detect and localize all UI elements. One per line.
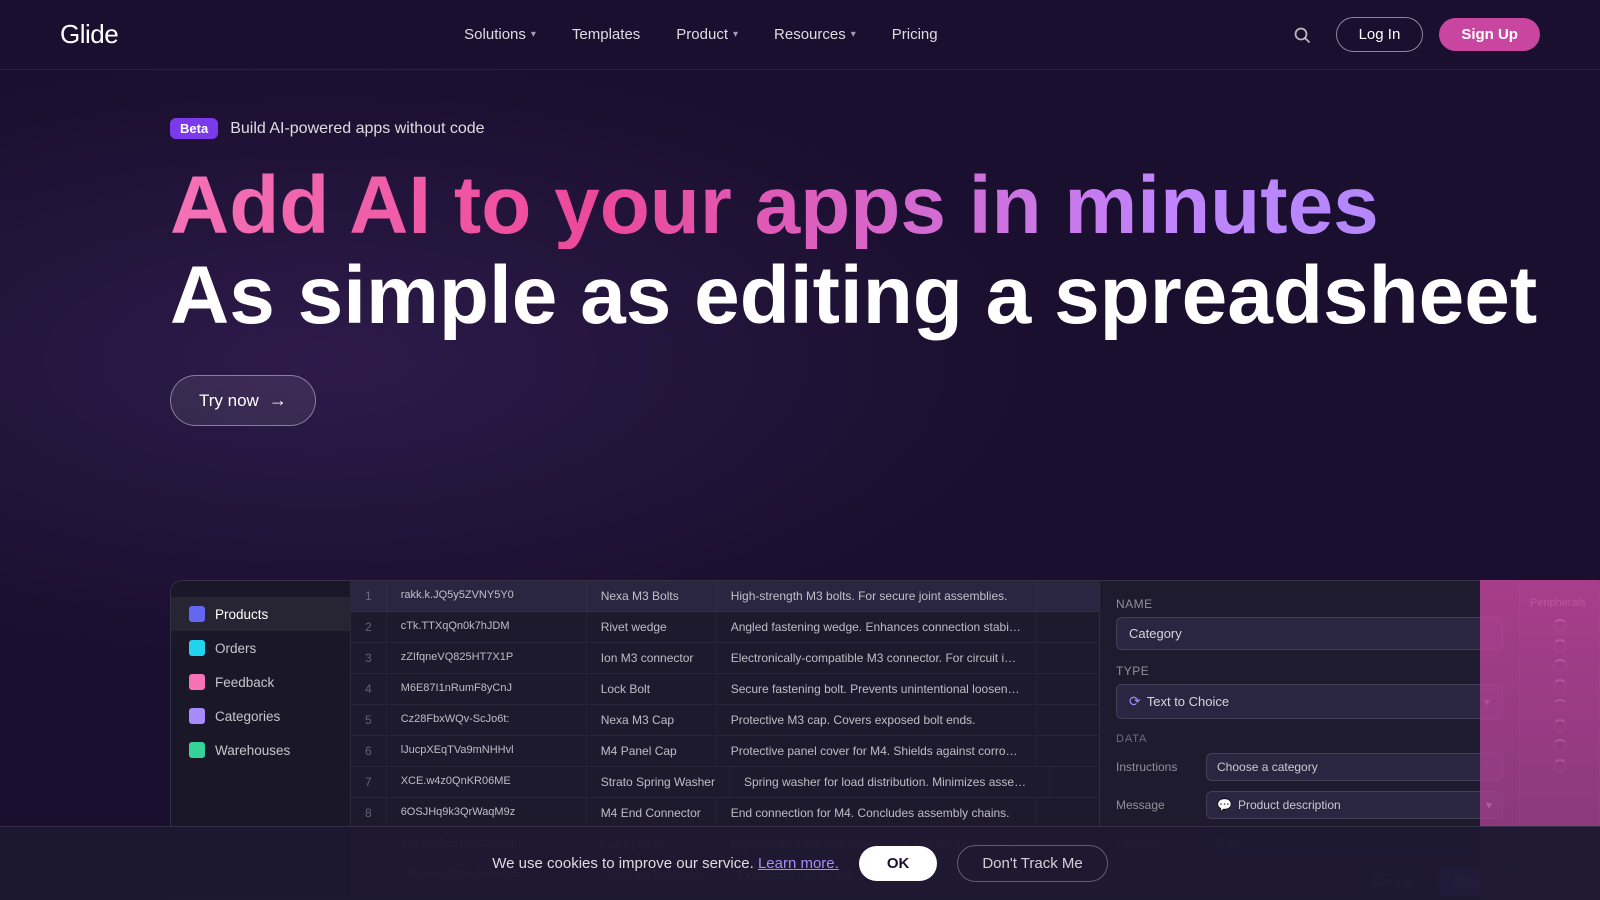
type-label: Type: [1116, 664, 1503, 678]
type-input[interactable]: ⟳ Text to Choice ▾: [1116, 684, 1503, 719]
nav-pricing[interactable]: Pricing: [892, 26, 938, 43]
name-label: Name: [1116, 597, 1503, 611]
signup-button[interactable]: Sign Up: [1439, 18, 1540, 51]
table-row[interactable]: 1 rakk.k.JQ5y5ZVNY5Y0 Nexa M3 Bolts High…: [351, 581, 1099, 612]
name-field-row: Name Category: [1116, 597, 1503, 650]
sidebar-item-products[interactable]: Products: [171, 597, 350, 631]
message-row: Message 💬 Product description ▾: [1116, 791, 1503, 819]
message-value[interactable]: 💬 Product description ▾: [1206, 791, 1503, 819]
orders-icon: [189, 640, 205, 656]
nav-menu: Solutions ▾ Templates Product ▾ Resource…: [464, 26, 937, 43]
table-row[interactable]: 2 cTk.TTXqQn0k7hJDM Rivet wedge Angled f…: [351, 612, 1099, 643]
hero-title-line2: As simple as editing a spreadsheet: [170, 253, 1600, 339]
hero-section: Beta Build AI-powered apps without code …: [0, 70, 1600, 426]
nav-product[interactable]: Product ▾: [676, 26, 738, 43]
type-field-row: Type ⟳ Text to Choice ▾: [1116, 664, 1503, 719]
table-row[interactable]: 4 M6E87I1nRumF8yCnJ Lock Bolt Secure fas…: [351, 674, 1099, 705]
table-row[interactable]: 7 XCE.w4z0QnKR06ME Strato Spring Washer …: [351, 767, 1099, 798]
cookie-ok-button[interactable]: OK: [859, 846, 938, 881]
sidebar-item-feedback[interactable]: Feedback: [171, 665, 350, 699]
data-section-label: DATA: [1116, 733, 1503, 745]
sidebar-item-categories[interactable]: Categories: [171, 699, 350, 733]
table-row[interactable]: 5 Cz28FbxWQv-ScJo6t: Nexa M3 Cap Protect…: [351, 705, 1099, 736]
instructions-value[interactable]: Choose a category ⋮: [1206, 753, 1503, 781]
cookie-dont-track-button[interactable]: Don't Track Me: [957, 845, 1107, 882]
sidebar-item-warehouses[interactable]: Warehouses: [171, 733, 350, 767]
cookie-consent-banner: We use cookies to improve our service. L…: [0, 826, 1600, 900]
nav-actions: Log In Sign Up: [1284, 17, 1540, 53]
table-row[interactable]: 6 lJucpXEqTVa9mNHHvl M4 Panel Cap Protec…: [351, 736, 1099, 767]
products-icon: [189, 606, 205, 622]
name-input[interactable]: Category: [1116, 617, 1503, 650]
beta-label: Beta: [170, 118, 218, 139]
warehouses-icon: [189, 742, 205, 758]
chevron-down-icon: ▾: [851, 29, 856, 40]
brand-logo[interactable]: Glide: [60, 19, 118, 50]
hero-title-line1: Add AI to your apps in minutes: [170, 163, 1600, 249]
login-button[interactable]: Log In: [1336, 17, 1424, 52]
nav-templates[interactable]: Templates: [572, 26, 640, 43]
sidebar-item-orders[interactable]: Orders: [171, 631, 350, 665]
search-icon[interactable]: [1284, 17, 1320, 53]
chevron-down-icon: ▾: [733, 29, 738, 40]
arrow-right-icon: →: [269, 390, 287, 411]
cookie-message: We use cookies to improve our service. L…: [492, 855, 839, 872]
chevron-down-icon: ▾: [531, 29, 536, 40]
try-now-button[interactable]: Try now →: [170, 375, 316, 426]
categories-icon: [189, 708, 205, 724]
beta-badge: Beta Build AI-powered apps without code: [170, 118, 485, 139]
nav-solutions[interactable]: Solutions ▾: [464, 26, 536, 43]
nav-resources[interactable]: Resources ▾: [774, 26, 856, 43]
table-row[interactable]: 3 zZIfqneVQ825HT7X1P Ion M3 connector El…: [351, 643, 1099, 674]
cookie-learn-more-link[interactable]: Learn more.: [758, 855, 839, 872]
instructions-row: Instructions Choose a category ⋮: [1116, 753, 1503, 781]
feedback-icon: [189, 674, 205, 690]
hero-subtitle: Build AI-powered apps without code: [230, 120, 484, 138]
table-row[interactable]: 8 6OSJHq9k3QrWaqM9z M4 End Connector End…: [351, 798, 1099, 829]
